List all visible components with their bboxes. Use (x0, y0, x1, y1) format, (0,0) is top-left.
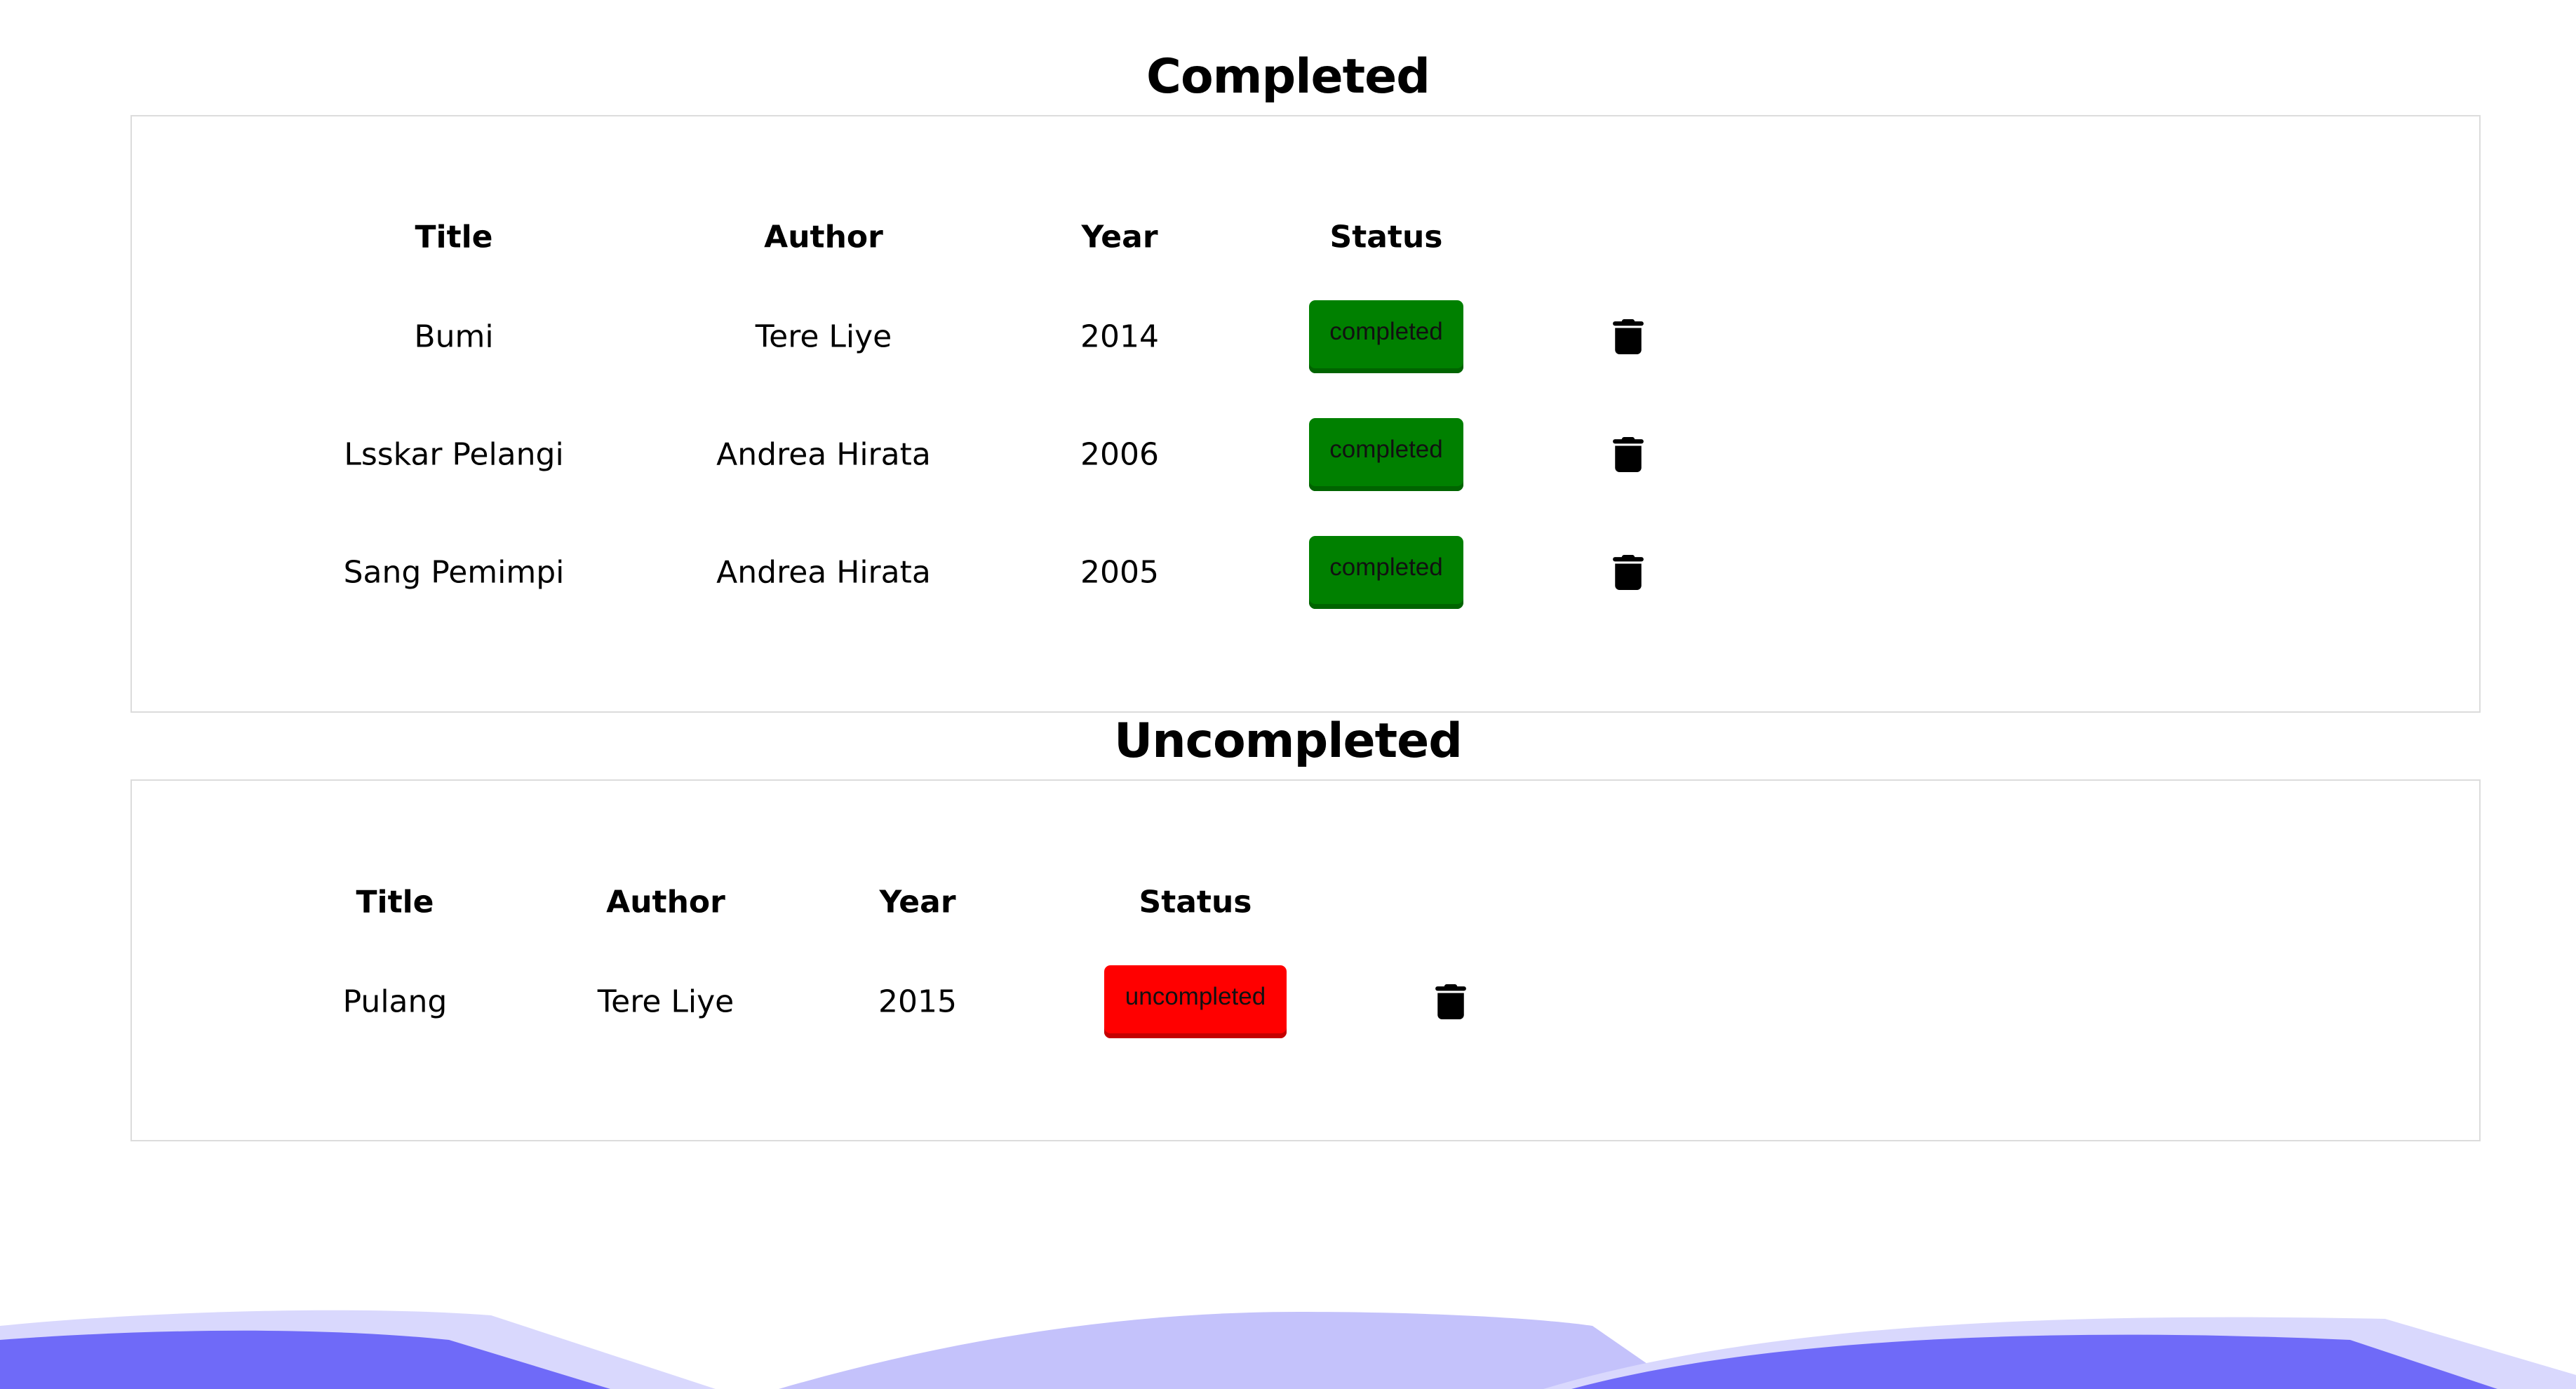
uncompleted-table: Title Author Year Status Pulang Tere Liy… (130, 779, 2481, 1141)
book-title: Lsskar Pelangi (344, 436, 564, 473)
book-author: Tere Liye (597, 984, 734, 1020)
trash-icon[interactable] (1435, 984, 1466, 1019)
book-author: Andrea Hirata (716, 436, 931, 473)
book-title: Bumi (414, 318, 494, 355)
book-year: 2005 (1080, 554, 1159, 591)
status-toggle-button[interactable]: completed (1309, 536, 1463, 609)
status-toggle-button[interactable]: completed (1309, 300, 1463, 373)
book-author: Andrea Hirata (716, 554, 931, 591)
header-status: Status (1329, 219, 1443, 255)
status-toggle-button[interactable]: completed (1309, 418, 1463, 491)
status-toggle-button[interactable]: uncompleted (1104, 965, 1287, 1038)
trash-icon[interactable] (1613, 555, 1644, 590)
completed-heading: Completed (1146, 49, 1430, 105)
header-author: Author (764, 219, 883, 255)
book-year: 2006 (1080, 436, 1159, 473)
uncompleted-heading: Uncompleted (1114, 713, 1463, 769)
trash-icon[interactable] (1613, 437, 1644, 472)
trash-icon[interactable] (1613, 319, 1644, 354)
footer-wave-decoration (0, 1310, 2576, 1389)
header-title: Title (356, 884, 434, 920)
wave-dark-right (1571, 1334, 2497, 1389)
header-status: Status (1139, 884, 1252, 920)
book-year: 2015 (878, 984, 957, 1020)
book-author: Tere Liye (755, 318, 892, 355)
completed-table: Title Author Year Status Bumi Tere Liye … (130, 115, 2481, 713)
header-year: Year (1081, 219, 1158, 255)
header-author: Author (606, 884, 725, 920)
book-year: 2014 (1080, 318, 1159, 355)
wave-light-center (779, 1312, 1684, 1389)
book-title: Sang Pemimpi (343, 554, 565, 591)
header-year: Year (879, 884, 956, 920)
header-title: Title (415, 219, 493, 255)
book-title: Pulang (342, 984, 448, 1020)
